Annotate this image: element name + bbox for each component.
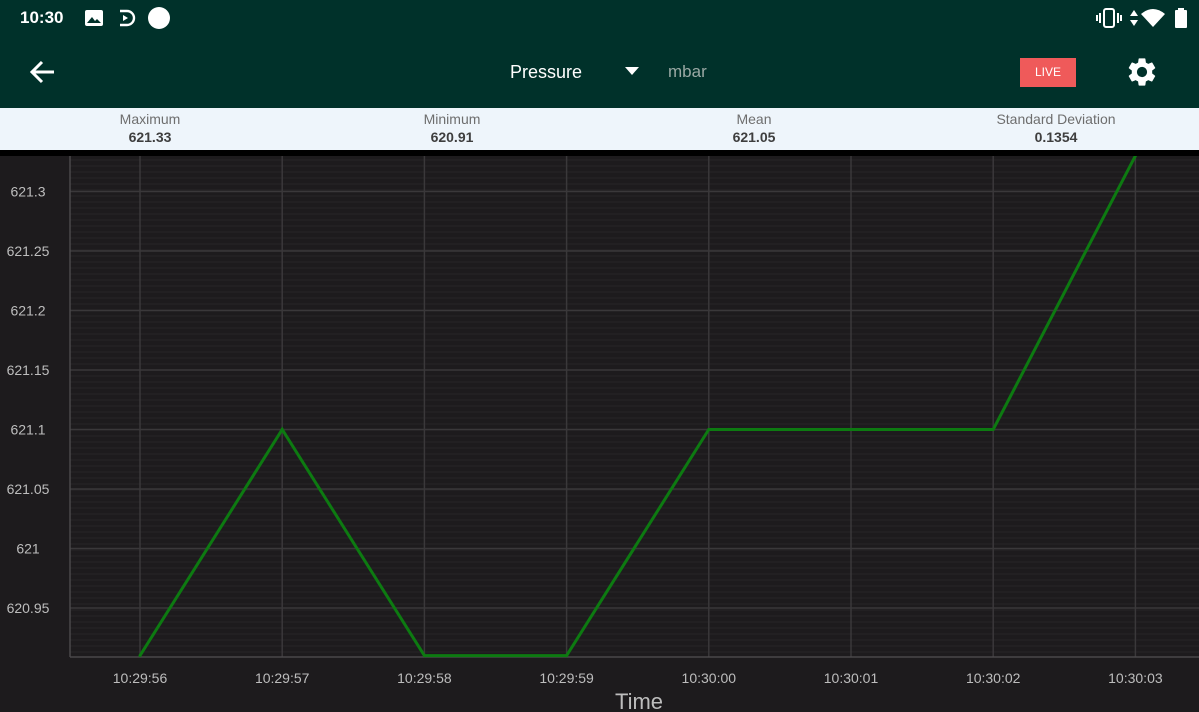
y-tick-label: 621.25 (7, 243, 50, 259)
x-axis-label: Time (615, 689, 663, 712)
vibrate-icon (1096, 8, 1122, 28)
y-tick-label: 621.15 (7, 362, 50, 378)
live-button[interactable]: LIVE (1020, 58, 1076, 87)
sensor-label: Pressure (510, 62, 583, 82)
back-arrow-icon[interactable] (26, 56, 58, 88)
y-tick-label: 621 (16, 541, 40, 557)
battery-icon (1175, 8, 1187, 28)
y-tick-label: 621.05 (7, 481, 50, 497)
sensor-dropdown[interactable]: Pressure (500, 56, 650, 88)
stat-value: 621.33 (128, 129, 172, 145)
data-point (280, 428, 284, 431)
stat-label: Minimum (423, 111, 481, 127)
cast-icon (120, 9, 136, 27)
x-tick-label: 10:30:00 (682, 670, 737, 686)
data-point (849, 428, 853, 431)
stat-value: 620.91 (430, 129, 474, 145)
x-tick-label: 10:30:03 (1108, 670, 1163, 686)
stat-value: 0.1354 (1034, 129, 1078, 145)
stat-label: Mean (736, 111, 772, 127)
image-icon (85, 10, 103, 26)
data-point (991, 428, 995, 431)
chevron-down-icon (625, 67, 639, 75)
x-tick-label: 10:29:58 (397, 670, 452, 686)
x-tick-label: 10:29:59 (539, 670, 594, 686)
status-time: 10:30 (20, 8, 64, 27)
x-tick-label: 10:30:02 (966, 670, 1021, 686)
y-tick-label: 620.95 (7, 600, 50, 616)
stat-value: 621.05 (732, 129, 776, 145)
stat-standard-deviation: Standard Deviation 0.1354 (906, 108, 1199, 145)
x-tick-label: 10:29:56 (113, 670, 168, 686)
y-tick-label: 621.3 (10, 184, 45, 200)
data-point (422, 654, 426, 658)
stat-label: Maximum (119, 111, 181, 127)
stat-maximum: Maximum 621.33 (0, 108, 300, 145)
stat-mean: Mean 621.05 (604, 108, 904, 145)
stats-bar: Maximum 621.33 Minimum 620.91 Mean 621.0… (0, 108, 1199, 150)
data-arrows-icon (1130, 10, 1138, 26)
record-dot-icon (148, 7, 170, 29)
app-bar: Pressure mbar LIVE (0, 36, 1199, 108)
pressure-chart[interactable]: 621.3 621.25 621.2 621.15 621.1 621.05 621 620.… (0, 156, 1199, 712)
x-tick-label: 10:29:57 (255, 670, 310, 686)
x-tick-label: 10:30:01 (824, 670, 879, 686)
status-bar: 10:30 (0, 0, 1199, 36)
gear-icon[interactable] (1125, 55, 1159, 89)
stat-label: Standard Deviation (996, 111, 1116, 127)
stat-minimum: Minimum 620.91 (302, 108, 602, 145)
y-tick-label: 621.2 (10, 303, 45, 319)
data-point (707, 428, 711, 431)
wifi-icon (1141, 9, 1165, 27)
data-point (138, 654, 142, 658)
unit-label: mbar (668, 62, 707, 81)
y-tick-label: 621.1 (10, 422, 45, 438)
data-point (565, 654, 569, 658)
